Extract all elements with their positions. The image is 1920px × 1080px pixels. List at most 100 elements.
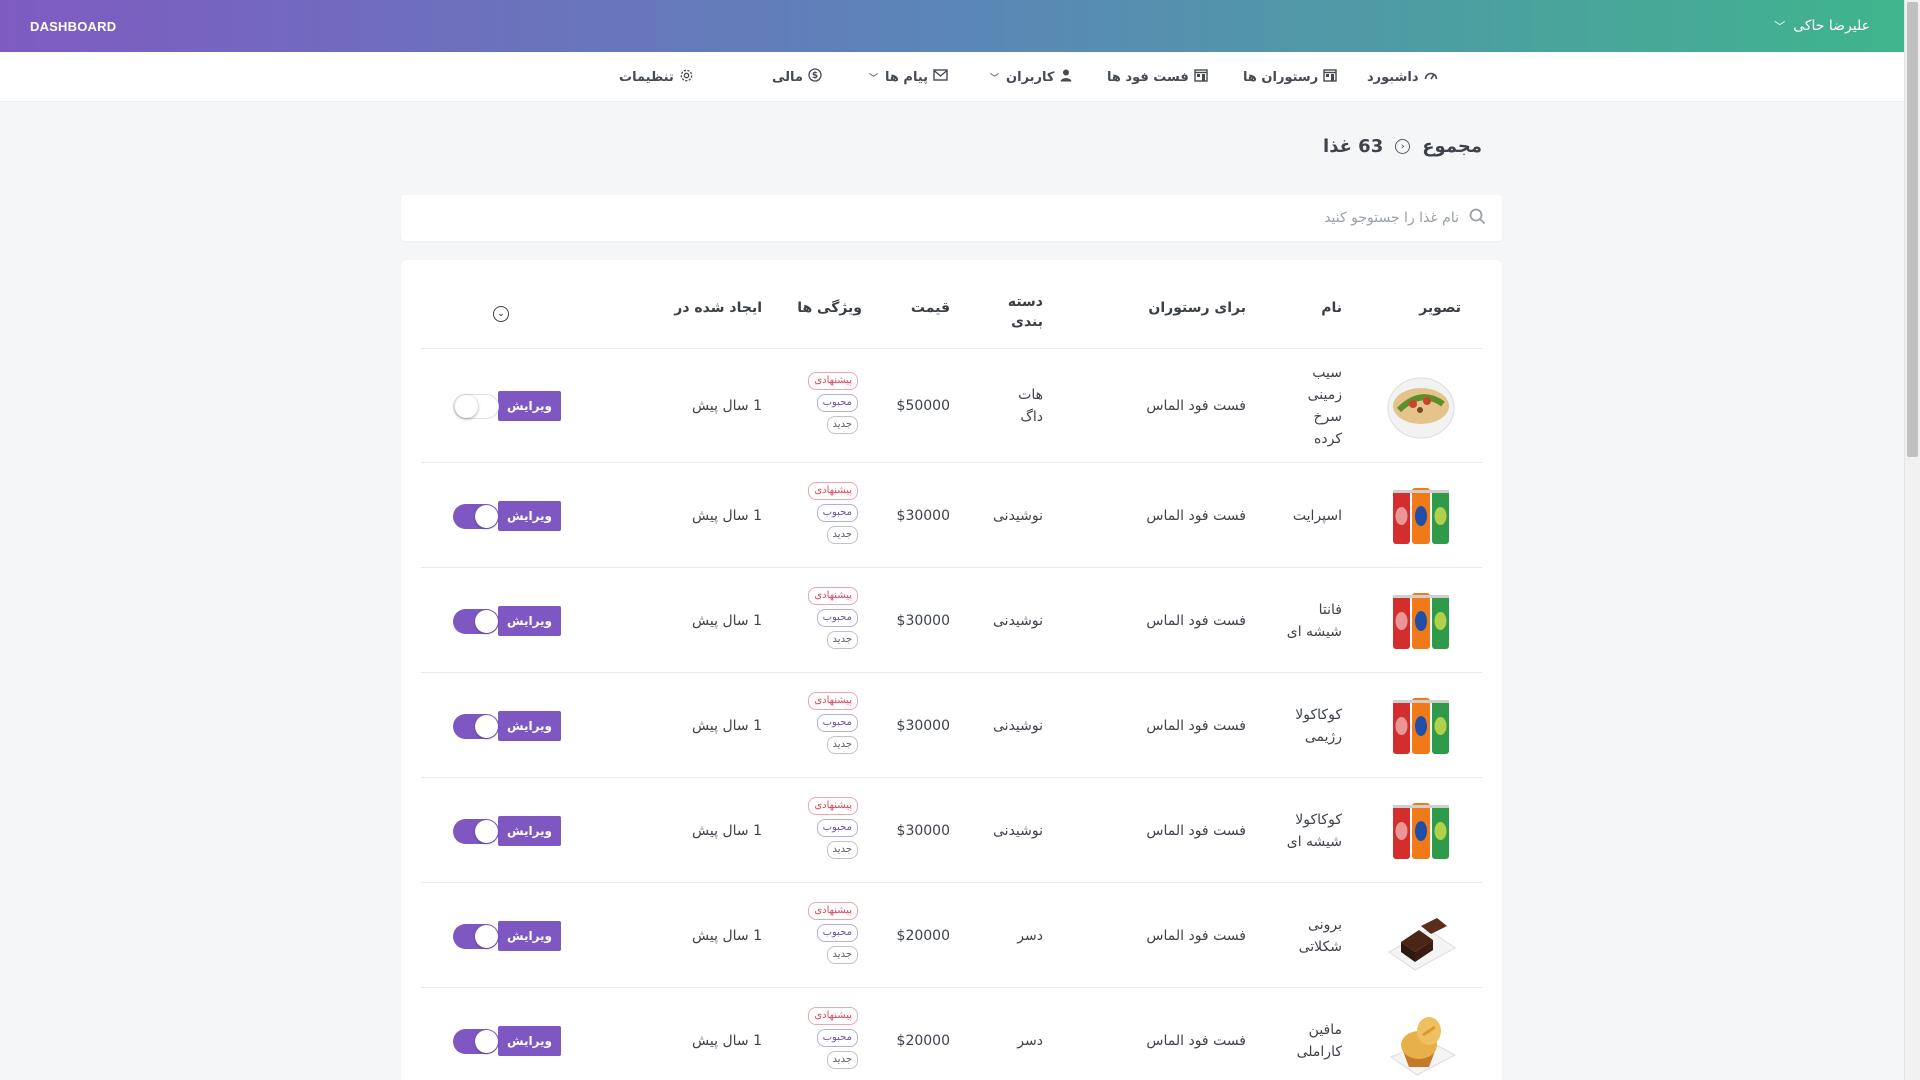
food-thumbnail xyxy=(1385,480,1457,552)
feature-badges: پیشنهادی محبوب جدید xyxy=(808,586,858,649)
edit-button[interactable]: ویرایش xyxy=(498,605,561,636)
column-header-features: ویژگی ها xyxy=(797,300,862,316)
food-thumbnail xyxy=(1385,585,1457,657)
brand-logo[interactable]: DASHBOARD xyxy=(30,19,116,34)
column-header-category: دسته بندی xyxy=(1007,294,1043,330)
user-icon xyxy=(1059,68,1073,86)
food-name: فانتا شیشه ای xyxy=(1286,601,1342,640)
food-price: $20000 xyxy=(896,1032,950,1049)
active-toggle[interactable] xyxy=(453,503,499,529)
speedometer-icon xyxy=(1424,69,1438,85)
edit-button[interactable]: ویرایش xyxy=(498,920,561,951)
badge-popular: محبوب xyxy=(816,923,858,942)
edit-button[interactable]: ویرایش xyxy=(498,391,561,421)
badge-new: جدید xyxy=(826,630,858,649)
created-at: 1 سال پیش xyxy=(692,717,762,734)
badge-suggested: پیشنهادی xyxy=(808,1006,858,1025)
user-name: علیرضا حاکی xyxy=(1793,18,1870,34)
restaurant-name: فست فود الماس xyxy=(1146,612,1246,629)
badge-popular: محبوب xyxy=(816,1028,858,1047)
column-header-created: ایجاد شده در xyxy=(674,300,762,316)
svg-text:$: $ xyxy=(812,71,818,81)
search-input[interactable] xyxy=(559,210,1459,226)
badge-popular: محبوب xyxy=(816,818,858,837)
feature-badges: پیشنهادی محبوب جدید xyxy=(808,691,858,754)
chevron-left-circle-icon: ‹ xyxy=(1395,139,1411,154)
created-at: 1 سال پیش xyxy=(692,822,762,839)
top-bar: DASHBOARD علیرضا حاکی ﹀ xyxy=(0,0,1904,52)
badge-popular: محبوب xyxy=(816,503,858,522)
nav-item-finance[interactable]: $ مالی xyxy=(772,52,822,102)
nav-label-finance: مالی xyxy=(772,69,803,85)
column-options-icon[interactable]: ⌄ xyxy=(493,306,509,322)
store-icon xyxy=(1323,68,1337,86)
nav-label-restaurants: رستوران ها xyxy=(1243,69,1319,85)
active-toggle[interactable] xyxy=(453,923,499,949)
edit-button[interactable]: ویرایش xyxy=(498,815,561,846)
nav-label-messages: پیام ها xyxy=(885,69,929,85)
nav-item-restaurants[interactable]: رستوران ها xyxy=(1243,52,1337,102)
toggle-knob xyxy=(475,819,498,843)
badge-suggested: پیشنهادی xyxy=(808,586,858,605)
badge-new: جدید xyxy=(826,735,858,754)
search-icon xyxy=(1469,208,1486,229)
column-header-name: نام xyxy=(1321,300,1342,316)
badge-new: جدید xyxy=(826,525,858,544)
chevron-down-icon: ﹀ xyxy=(1774,20,1786,33)
nav-item-users[interactable]: کاربران ﹀ xyxy=(990,52,1073,102)
food-name: کوکاکولا رژیمی xyxy=(1295,706,1342,745)
page-scrollbar[interactable] xyxy=(1904,0,1920,1080)
food-thumbnail xyxy=(1385,795,1457,867)
food-category: نوشیدنی xyxy=(993,717,1043,734)
badge-new: جدید xyxy=(826,416,858,434)
badge-suggested: پیشنهادی xyxy=(808,372,858,390)
created-at: 1 سال پیش xyxy=(692,507,762,524)
feature-badges: پیشنهادی محبوب جدید xyxy=(808,372,858,434)
dollar-icon: $ xyxy=(808,68,822,86)
active-toggle[interactable] xyxy=(453,394,499,419)
restaurant-name: فست فود الماس xyxy=(1146,507,1246,524)
badge-popular: محبوب xyxy=(816,713,858,732)
food-price: $30000 xyxy=(896,507,950,524)
nav-item-dashboard[interactable]: داشبورد xyxy=(1367,52,1438,102)
restaurant-name: فست فود الماس xyxy=(1146,398,1246,414)
food-thumbnail xyxy=(1385,370,1457,442)
store-icon xyxy=(1194,68,1208,86)
active-toggle[interactable] xyxy=(453,608,499,634)
active-toggle[interactable] xyxy=(453,818,499,844)
edit-button[interactable]: ویرایش xyxy=(498,500,561,531)
badge-suggested: پیشنهادی xyxy=(808,691,858,710)
active-toggle[interactable] xyxy=(453,1028,499,1054)
food-price: $30000 xyxy=(896,612,950,629)
food-price: $20000 xyxy=(896,927,950,944)
restaurant-name: فست فود الماس xyxy=(1146,1032,1246,1049)
food-thumbnail xyxy=(1385,900,1457,972)
food-thumbnail xyxy=(1385,690,1457,762)
badge-new: جدید xyxy=(826,1050,858,1069)
toggle-knob xyxy=(475,609,498,633)
main-nav: داشبورد رستوران ها فست فود ها کاربران ﹀ … xyxy=(0,52,1904,102)
toggle-knob xyxy=(475,504,498,528)
toggle-knob xyxy=(475,924,498,948)
user-menu[interactable]: علیرضا حاکی ﹀ xyxy=(1774,18,1870,34)
column-header-restaurant: برای رستوران xyxy=(1148,300,1246,316)
active-toggle[interactable] xyxy=(453,713,499,739)
food-price: $30000 xyxy=(896,717,950,734)
edit-button[interactable]: ویرایش xyxy=(498,710,561,741)
feature-badges: پیشنهادی محبوب جدید xyxy=(808,481,858,544)
edit-button[interactable]: ویرایش xyxy=(498,1025,561,1056)
food-count: 63 غذا xyxy=(1323,136,1384,157)
gear-icon xyxy=(679,68,694,87)
created-at: 1 سال پیش xyxy=(692,927,762,944)
total-label: مجموع xyxy=(1422,136,1482,157)
chevron-down-icon: ﹀ xyxy=(990,73,1000,84)
scrollbar-thumb[interactable] xyxy=(1907,2,1918,457)
created-at: 1 سال پیش xyxy=(692,1032,762,1049)
nav-item-settings[interactable]: تنظیمات xyxy=(619,52,694,102)
restaurant-name: فست فود الماس xyxy=(1146,927,1246,944)
food-name: سیب زمینی سرخ کرده xyxy=(1307,365,1342,447)
nav-item-fastfoods[interactable]: فست فود ها xyxy=(1107,52,1208,102)
nav-item-messages[interactable]: پیام ها ﹀ xyxy=(869,52,948,102)
chevron-down-icon: ﹀ xyxy=(869,73,879,84)
column-header-image: تصویر xyxy=(1419,300,1461,316)
